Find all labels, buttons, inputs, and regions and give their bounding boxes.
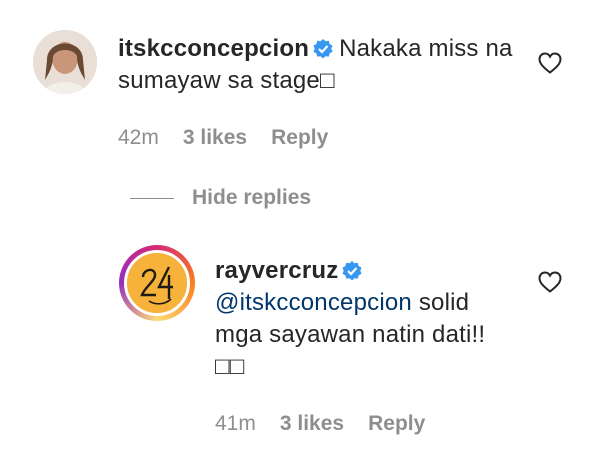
likes-count[interactable]: 3 likes [183,126,247,150]
hide-replies-toggle[interactable]: Hide replies [130,186,311,210]
hide-replies-label[interactable]: Hide replies [192,186,311,210]
profile-logo [127,253,187,313]
avatar[interactable] [33,30,97,94]
likes-count[interactable]: 3 likes [280,412,344,436]
comment-meta: 42m 3 likes Reply [118,126,328,150]
comment-text: rayvercruz @itskcconcepcion solid mga sa… [215,255,515,383]
heart-icon[interactable] [538,52,562,74]
heart-icon[interactable] [538,271,562,293]
verified-badge-icon [313,36,333,59]
verified-badge-icon [342,258,362,281]
avatar[interactable] [124,250,190,316]
comment-time: 41m [215,412,256,435]
comment-time: 42m [118,126,159,149]
profile-photo [33,30,97,94]
mention-link[interactable]: @itskcconcepcion [215,289,412,316]
reply-button[interactable]: Reply [271,126,328,150]
comment-text: itskcconcepcion Nakaka miss na sumayaw sa… [118,33,538,97]
reply-button[interactable]: Reply [368,412,425,436]
divider-line [130,197,174,199]
comment-username[interactable]: rayvercruz [215,257,338,284]
comment-meta: 41m 3 likes Reply [215,412,425,436]
comment-username[interactable]: itskcconcepcion [118,35,309,62]
comment-emoji: □□ [215,353,245,380]
